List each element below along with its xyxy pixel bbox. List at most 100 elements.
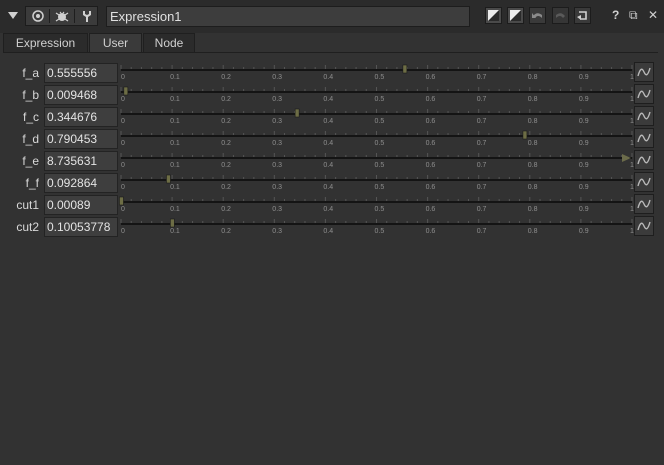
slider-tick-label: 0.9	[579, 140, 589, 147]
slider-tick-label: 0.5	[375, 162, 385, 169]
slider-tick-label: 0.8	[528, 118, 538, 125]
slider-tick-label: 0.2	[221, 184, 231, 191]
animation-curve-icon[interactable]	[634, 194, 654, 214]
undo-icon[interactable]	[529, 7, 546, 24]
knob-slider[interactable]: 0 0.1 0.2 0.3 0.4 0.5 0.6 0.7 0.8 0.9 1	[120, 174, 634, 192]
knob-row: f_f 0.092864 0 0.1 0.2 0.3 0.4 0.5 0.6 0.7 0.8 0.9 1	[0, 172, 664, 194]
knob-slider[interactable]: 0 0.1 0.2 0.3 0.4 0.5 0.6 0.7 0.8 0.9 1	[120, 218, 634, 236]
slider-track	[121, 179, 632, 181]
slider-overflow-arrow-icon[interactable]	[622, 154, 631, 162]
animation-curve-icon[interactable]	[634, 62, 654, 82]
slider-handle[interactable]	[294, 108, 300, 118]
animation-curve-icon[interactable]	[634, 172, 654, 192]
slider-tick-label: 0.7	[477, 140, 487, 147]
slider-handle[interactable]	[119, 196, 124, 206]
viewer-icon[interactable]	[29, 7, 47, 25]
node-name-field[interactable]: Expression1	[106, 6, 470, 27]
close-icon[interactable]: ✕	[648, 8, 658, 22]
redo-icon[interactable]	[552, 7, 569, 24]
knob-value-field[interactable]: 0.10053778	[44, 217, 118, 237]
animation-curve-icon[interactable]	[634, 106, 654, 126]
knob-slider[interactable]: 0 0.1 0.2 0.3 0.4 0.5 0.6 0.7 0.8 0.9 1	[120, 64, 634, 82]
slider-tick-label: 0.7	[477, 162, 487, 169]
animation-curve-icon[interactable]	[634, 216, 654, 236]
knob-value-field[interactable]: 0.790453	[44, 129, 118, 149]
slider-tick-label: 0.3	[272, 184, 282, 191]
slider-tick-label: 0.2	[221, 140, 231, 147]
slider-handle[interactable]	[170, 218, 175, 228]
slider-tick-label: 0.9	[579, 118, 589, 125]
slider-handle[interactable]	[522, 130, 528, 140]
knob-value-field[interactable]: 0.092864	[44, 173, 118, 193]
tab-node[interactable]: Node	[143, 33, 195, 52]
slider-tick-label: 0.8	[528, 184, 538, 191]
node-toolbar-group	[25, 6, 98, 26]
slider-tick-label: 0.3	[272, 228, 282, 235]
tab-user[interactable]: User	[89, 33, 142, 53]
knob-value-field[interactable]: 0.344676	[44, 107, 118, 127]
slider-handle[interactable]	[402, 64, 408, 74]
slider-track	[121, 91, 632, 93]
animation-curve-icon[interactable]	[634, 128, 654, 148]
collapse-arrow-icon[interactable]	[5, 6, 21, 26]
tab-expression[interactable]: Expression	[3, 33, 88, 52]
knob-row: f_d 0.790453 0 0.1 0.2 0.3 0.4 0.5 0.6 0.7 0.8 0.9 1	[0, 128, 664, 150]
slider-tick-label: 0.9	[579, 206, 589, 213]
slider-tick-label: 0.8	[528, 206, 538, 213]
slider-tick-label: 0.4	[323, 140, 333, 147]
color-swatch-1-button[interactable]	[485, 7, 502, 24]
slider-tick-label: 0.2	[221, 118, 231, 125]
slider-tick-label: 0.8	[528, 74, 538, 81]
slider-tick-label: 0.9	[579, 74, 589, 81]
slider-tick-label: 0	[121, 74, 125, 81]
knob-value-field[interactable]: 0.555556	[44, 63, 118, 83]
slider-tick-label: 0.9	[579, 228, 589, 235]
knob-value-field[interactable]: 0.009468	[44, 85, 118, 105]
animation-curve-icon[interactable]	[634, 150, 654, 170]
slider-tick-label: 0.1	[170, 184, 180, 191]
slider-tick-label: 0.1	[170, 74, 180, 81]
bug-icon[interactable]	[52, 7, 72, 25]
animation-curve-icon[interactable]	[634, 84, 654, 104]
knob-label: f_b	[22, 88, 39, 102]
slider-tick-label: 0.6	[426, 184, 436, 191]
slider-tick-label: 0.6	[426, 74, 436, 81]
slider-tick-label: 0.1	[170, 140, 180, 147]
knob-slider[interactable]: 0 0.1 0.2 0.3 0.4 0.5 0.6 0.7 0.8 0.9 1	[120, 152, 634, 170]
slider-tick-label: 0.1	[170, 162, 180, 169]
slider-tick-label: 0.5	[375, 96, 385, 103]
knob-label: f_f	[25, 176, 39, 190]
slider-tick-label: 0.1	[170, 118, 180, 125]
slider-tick-label: 0.6	[426, 140, 436, 147]
color-swatch-2-button[interactable]	[507, 7, 524, 24]
slider-tick-label: 0.8	[528, 140, 538, 147]
slider-handle[interactable]	[166, 174, 171, 184]
float-panel-icon[interactable]: ⧉	[629, 8, 638, 23]
knob-slider[interactable]: 0 0.1 0.2 0.3 0.4 0.5 0.6 0.7 0.8 0.9 1	[119, 196, 634, 214]
knob-slider[interactable]: 0 0.1 0.2 0.3 0.4 0.5 0.6 0.7 0.8 0.9 1	[120, 108, 634, 126]
slider-tick-label: 0.7	[477, 118, 487, 125]
slider-track	[121, 201, 632, 203]
slider-tick-label: 0	[121, 206, 125, 213]
slider-tick-label: 0.4	[323, 184, 333, 191]
slider-tick-label: 0.7	[477, 206, 487, 213]
knob-slider[interactable]: 0 0.1 0.2 0.3 0.4 0.5 0.6 0.7 0.8 0.9 1	[120, 130, 634, 148]
slider-tick-label: 0	[121, 184, 125, 191]
slider-tick-label: 0.8	[528, 96, 538, 103]
slider-tick-label: 0.6	[426, 162, 436, 169]
knob-value-field[interactable]: 8.735631	[44, 151, 118, 171]
slider-handle[interactable]	[123, 86, 129, 96]
wrench-icon[interactable]	[77, 7, 97, 25]
slider-tick-label: 0	[121, 96, 125, 103]
slider-tick-label: 0.8	[528, 162, 538, 169]
help-icon[interactable]: ?	[612, 8, 619, 22]
knob-label: f_c	[22, 110, 39, 124]
revert-icon[interactable]	[574, 7, 591, 24]
knob-slider[interactable]: 0 0.1 0.2 0.3 0.4 0.5 0.6 0.7 0.8 0.9 1	[120, 86, 634, 104]
knob-value-field[interactable]: 0.00089	[44, 195, 118, 215]
slider-tick-label: 0.6	[426, 96, 436, 103]
slider-track	[121, 223, 632, 225]
slider-tick-label: 0.1	[170, 206, 180, 213]
knob-label: cut1	[16, 198, 39, 212]
slider-tick-label: 0.2	[221, 228, 231, 235]
